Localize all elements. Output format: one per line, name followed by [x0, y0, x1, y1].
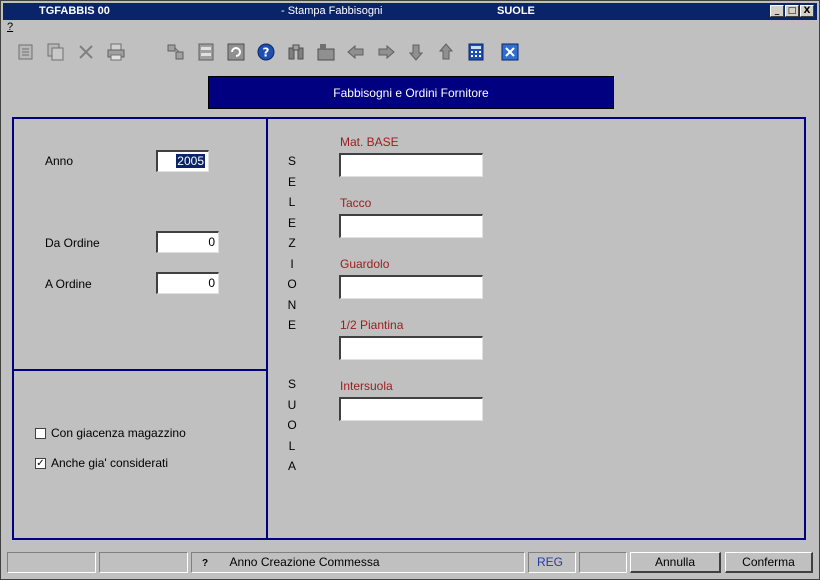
selezione-letter: I	[290, 256, 294, 271]
anno-value: 2005	[176, 154, 205, 168]
tacco-label: Tacco	[340, 196, 372, 210]
selezione-vertical-label: S E L E Z I O N E	[286, 151, 298, 336]
guardolo-field[interactable]	[339, 275, 483, 299]
selezione-letter: Z	[288, 236, 296, 250]
exit-icon[interactable]	[499, 41, 521, 63]
selezione-letter: E	[287, 215, 296, 230]
svg-text:?: ?	[263, 46, 270, 60]
tacco-field[interactable]	[339, 214, 483, 238]
delete-icon[interactable]	[75, 41, 97, 63]
intersuola-field[interactable]	[339, 397, 483, 421]
mat-base-field[interactable]	[339, 153, 483, 177]
da-ordine-label: Da Ordine	[45, 236, 100, 250]
considerati-checkbox[interactable]: ✓	[35, 458, 46, 469]
status-message-cell: ? Anno Creazione Commessa	[191, 552, 525, 573]
status-mode: REG	[528, 552, 576, 573]
title-section: SUOLE	[497, 5, 535, 17]
app-window: TGFABBIS 00 - Stampa Fabbisogni SUOLE _ …	[0, 0, 820, 580]
title-program: TGFABBIS 00	[39, 5, 110, 17]
a-ordine-label: A Ordine	[45, 277, 92, 291]
giacenza-label: Con giacenza magazzino	[51, 426, 186, 440]
a-ordine-field[interactable]: 0	[156, 272, 219, 294]
menu-help[interactable]: ?	[7, 21, 13, 33]
selezione-letter: E	[287, 174, 296, 189]
status-help-icon: ?	[202, 558, 209, 569]
refresh-icon[interactable]	[225, 41, 247, 63]
arrow-left-icon[interactable]	[345, 41, 367, 63]
status-cell-1	[7, 552, 96, 573]
filter-icon[interactable]	[315, 41, 337, 63]
menu-bar: ?	[7, 21, 13, 35]
mat-base-label: Mat. BASE	[340, 135, 399, 149]
first-record-icon[interactable]	[165, 41, 187, 63]
title-description: - Stampa Fabbisogni	[281, 5, 383, 17]
da-ordine-field[interactable]: 0	[156, 231, 219, 253]
arrow-down-icon[interactable]	[405, 41, 427, 63]
form-title: Fabbisogni e Ordini Fornitore	[333, 85, 489, 100]
selezione-letter: S	[287, 154, 296, 168]
suola-letter: U	[287, 397, 297, 412]
annulla-button[interactable]: Annulla	[630, 552, 721, 573]
piantina-label: 1/2 Piantina	[340, 318, 404, 332]
status-cell-2	[99, 552, 188, 573]
close-button[interactable]: X	[800, 5, 814, 17]
selezione-letter: O	[287, 277, 297, 291]
arrow-right-icon[interactable]	[375, 41, 397, 63]
anno-field[interactable]: 2005	[156, 150, 209, 172]
new-record-icon[interactable]	[15, 41, 37, 63]
guardolo-label: Guardolo	[340, 257, 390, 271]
selezione-letter: N	[287, 297, 297, 312]
suola-vertical-label: S U O L A	[286, 374, 298, 477]
selezione-letter: L	[288, 195, 296, 209]
status-cell-5	[579, 552, 627, 573]
print-icon[interactable]	[105, 41, 127, 63]
suola-letter: S	[287, 377, 296, 391]
suola-letter: O	[287, 418, 297, 432]
suola-letter: A	[287, 459, 296, 473]
record-list-icon[interactable]	[195, 41, 217, 63]
form-banner: Fabbisogni e Ordini Fornitore	[208, 76, 614, 109]
binoculars-icon[interactable]	[285, 41, 307, 63]
minimize-button[interactable]: _	[770, 5, 784, 17]
giacenza-checkbox[interactable]	[35, 428, 46, 439]
anno-label: Anno	[45, 154, 74, 168]
considerati-label: Anche gia' considerati	[51, 456, 169, 470]
selezione-letter: E	[287, 318, 296, 332]
calculator-icon[interactable]	[465, 41, 487, 63]
title-bar[interactable]: TGFABBIS 00 - Stampa Fabbisogni SUOLE _ …	[3, 3, 817, 20]
maximize-button[interactable]: □	[785, 5, 799, 17]
status-message: Anno Creazione Commessa	[229, 555, 380, 569]
conferma-button[interactable]: Conferma	[725, 552, 813, 573]
suola-letter: L	[288, 438, 296, 453]
options-panel	[12, 369, 268, 540]
copy-record-icon[interactable]	[45, 41, 67, 63]
arrow-up-icon[interactable]	[435, 41, 457, 63]
piantina-field[interactable]	[339, 336, 483, 360]
help-icon[interactable]: ?	[255, 41, 277, 63]
intersuola-label: Intersuola	[340, 379, 393, 393]
